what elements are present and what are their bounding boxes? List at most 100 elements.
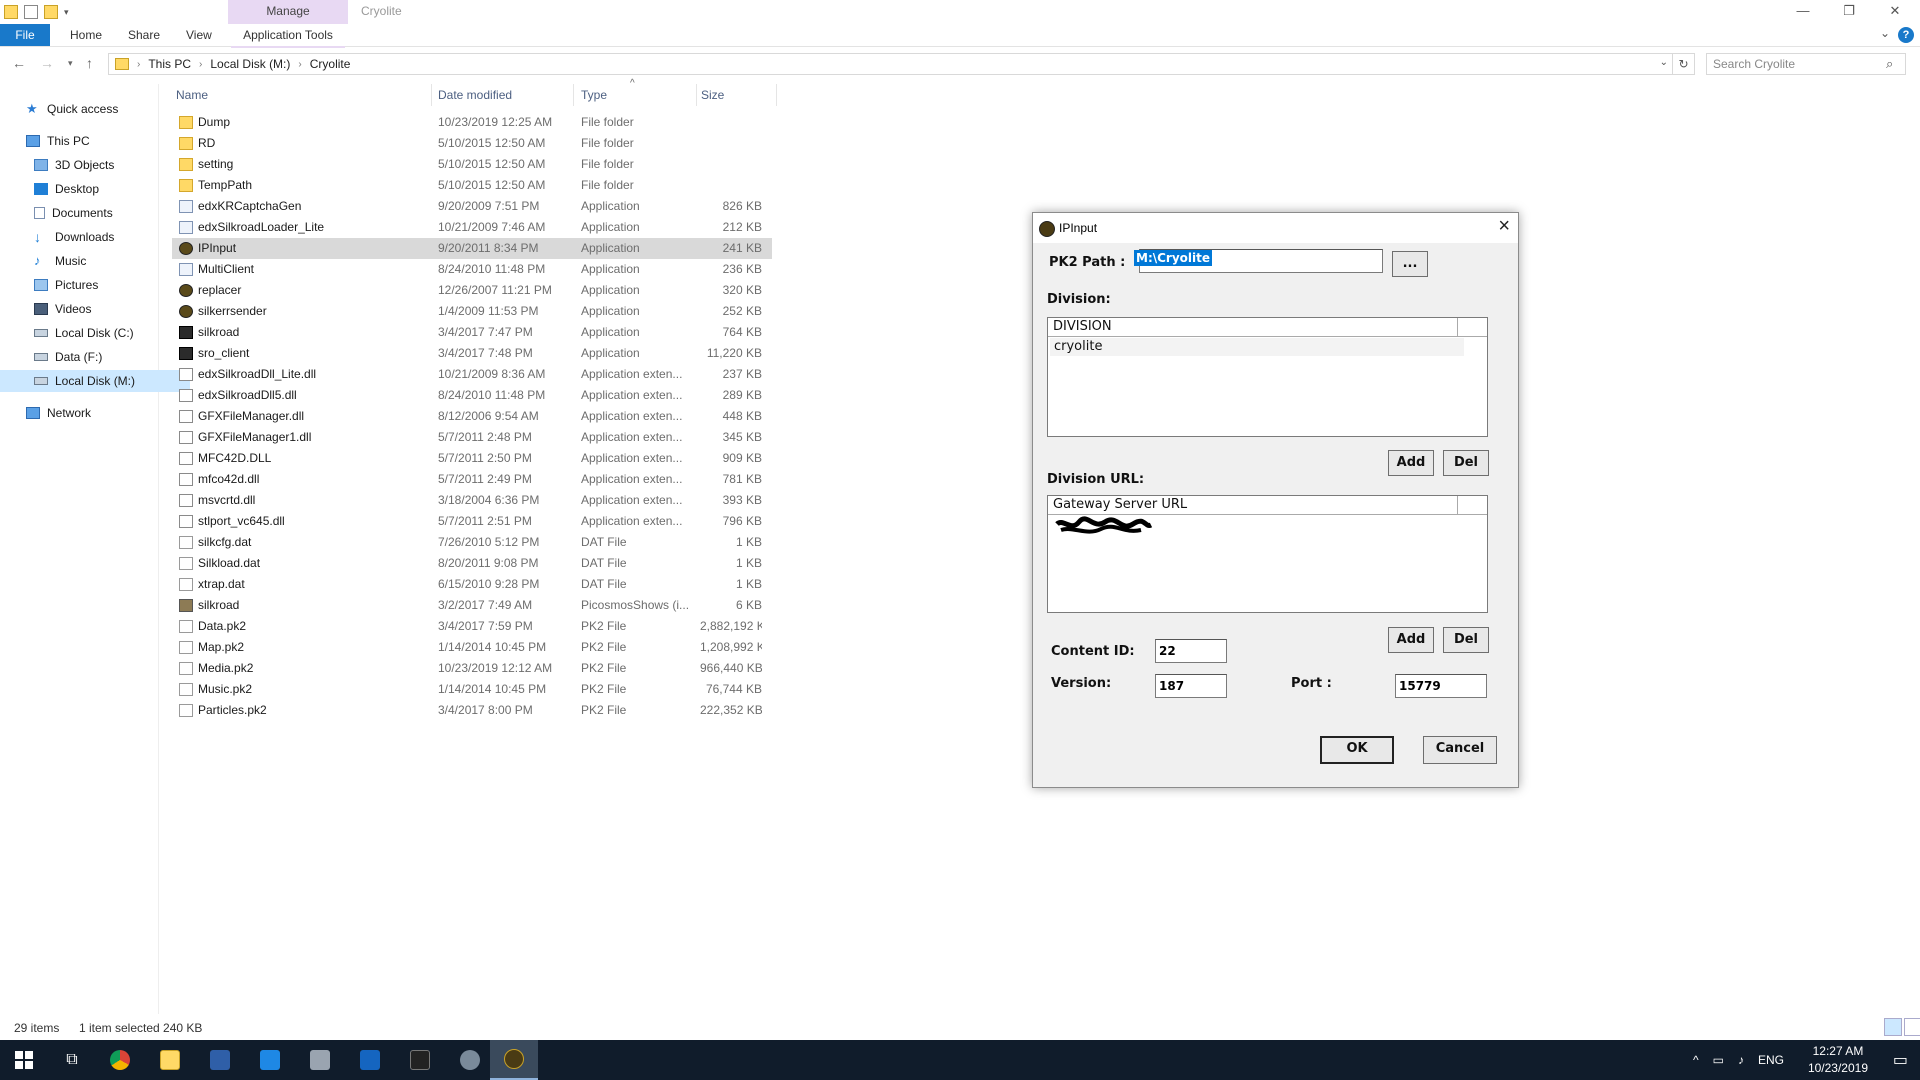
sidebar-item-videos[interactable]: Videos [0, 298, 190, 320]
recent-locations-icon[interactable]: ▾ [68, 58, 73, 69]
clock[interactable]: 12:27 AM 10/23/2019 [1808, 1043, 1868, 1077]
file-row[interactable]: RD 5/10/2015 12:50 AM File folder [172, 133, 772, 154]
file-row[interactable]: silkroad 3/4/2017 7:47 PM Application 764 K… [172, 322, 772, 343]
division-row[interactable]: cryolite [1050, 338, 1464, 356]
breadcrumb-cryolite[interactable]: Cryolite [310, 57, 351, 71]
notification-icon[interactable]: ▭ [1893, 1050, 1908, 1070]
file-row[interactable]: Media.pk2 10/23/2019 12:12 AM PK2 File 966,… [172, 658, 772, 679]
sidebar-item-downloads[interactable]: ↓ Downloads [0, 226, 190, 248]
breadcrumb-local-disk[interactable]: Local Disk (M:) [210, 57, 290, 71]
taskbar-file-explorer[interactable] [146, 1040, 194, 1080]
file-row[interactable]: MFC42D.DLL 5/7/2011 2:50 PM Application ex… [172, 448, 772, 469]
taskbar-app-1[interactable] [196, 1040, 244, 1080]
file-row[interactable]: msvcrtd.dll 3/18/2004 6:36 PM Application … [172, 490, 772, 511]
file-row[interactable]: edxSilkroadDll5.dll 8/24/2010 11:48 PM App… [172, 385, 772, 406]
browse-button[interactable]: ... [1392, 251, 1428, 277]
gateway-url-column-header[interactable]: Gateway Server URL [1048, 496, 1458, 514]
ribbon-expand-icon[interactable]: ⌄ [1880, 26, 1890, 40]
file-row[interactable]: GFXFileManager.dll 8/12/2006 9:54 AM Appli… [172, 406, 772, 427]
help-icon[interactable]: ? [1898, 27, 1914, 43]
tab-share[interactable]: Share [118, 24, 170, 46]
file-row[interactable]: edxKRCaptchaGen 9/20/2009 7:51 PM Applicat… [172, 196, 772, 217]
sidebar-item-quick-access[interactable]: ★ Quick access [0, 98, 182, 120]
division-column-header[interactable]: DIVISION [1048, 318, 1458, 336]
file-row[interactable]: Silkload.dat 8/20/2011 9:08 PM DAT File 1 K… [172, 553, 772, 574]
up-arrow-icon[interactable]: ↑ [86, 55, 93, 71]
column-header-date[interactable]: Date modified [434, 84, 574, 106]
cancel-button[interactable]: Cancel [1423, 736, 1497, 764]
sidebar-item-music[interactable]: ♪ Music [0, 250, 190, 272]
column-header-name[interactable]: Name [172, 84, 432, 106]
content-id-input[interactable] [1155, 639, 1227, 663]
search-input[interactable] [1706, 53, 1906, 75]
refresh-icon[interactable]: ↻ [1673, 53, 1695, 75]
new-folder-icon[interactable] [44, 5, 58, 19]
tab-application-tools[interactable]: Application Tools [231, 24, 345, 48]
file-row[interactable]: mfco42d.dll 5/7/2011 2:49 PM Application e… [172, 469, 772, 490]
sidebar-item-network[interactable]: Network [0, 402, 182, 424]
file-row[interactable]: replacer 12/26/2007 11:21 PM Application 32… [172, 280, 772, 301]
file-row[interactable]: xtrap.dat 6/15/2010 9:28 PM DAT File 1 KB [172, 574, 772, 595]
url-del-button[interactable]: Del [1443, 627, 1489, 653]
taskbar-app-2[interactable] [246, 1040, 294, 1080]
taskbar-app-4[interactable] [346, 1040, 394, 1080]
ok-button[interactable]: OK [1320, 736, 1394, 764]
close-button[interactable]: ✕ [1872, 0, 1918, 24]
taskbar-app-3[interactable] [296, 1040, 344, 1080]
file-row[interactable]: Particles.pk2 3/4/2017 8:00 PM PK2 File 222… [172, 700, 772, 721]
network-icon[interactable]: ▭ [1713, 1053, 1724, 1067]
breadcrumb-this-pc[interactable]: This PC [148, 57, 191, 71]
minimize-button[interactable]: — [1780, 0, 1826, 24]
file-row[interactable]: setting 5/10/2015 12:50 AM File folder [172, 154, 772, 175]
tab-file[interactable]: File [0, 24, 50, 46]
start-button[interactable] [0, 1040, 48, 1080]
file-row[interactable]: TempPath 5/10/2015 12:50 AM File folder [172, 175, 772, 196]
address-bar[interactable]: › This PC › Local Disk (M:) › Cryolite ⌄ [108, 53, 1673, 75]
file-row[interactable]: IPInput 9/20/2011 8:34 PM Application 241 K… [172, 238, 772, 259]
sidebar-item-documents[interactable]: Documents [0, 202, 190, 224]
properties-icon[interactable] [24, 5, 38, 19]
details-view-icon[interactable] [1884, 1018, 1902, 1036]
search-icon[interactable]: ⌕ [1886, 56, 1893, 72]
file-row[interactable]: MultiClient 8/24/2010 11:48 PM Application… [172, 259, 772, 280]
large-icons-view-icon[interactable] [1904, 1018, 1920, 1036]
taskbar-app-6[interactable] [446, 1040, 494, 1080]
qat-dropdown-icon[interactable]: ▾ [64, 7, 69, 18]
column-header-size[interactable]: Size [697, 84, 777, 106]
sidebar-item-pictures[interactable]: Pictures [0, 274, 190, 296]
forward-arrow-icon[interactable]: → [40, 55, 54, 71]
tab-view[interactable]: View [176, 24, 222, 46]
file-row[interactable]: edxSilkroadDll_Lite.dll 10/21/2009 8:36 A… [172, 364, 772, 385]
file-row[interactable]: Music.pk2 1/14/2014 10:45 PM PK2 File 76,74… [172, 679, 772, 700]
sidebar-item-desktop[interactable]: Desktop [0, 178, 190, 200]
division-list[interactable]: DIVISION cryolite [1047, 317, 1488, 437]
taskbar-ipinput[interactable] [490, 1040, 538, 1080]
file-row[interactable]: Dump 10/23/2019 12:25 AM File folder [172, 112, 772, 133]
file-row[interactable]: stlport_vc645.dll 5/7/2011 2:51 PM Applica… [172, 511, 772, 532]
sidebar-item-this-pc[interactable]: This PC [0, 130, 182, 152]
back-arrow-icon[interactable]: ← [12, 55, 26, 71]
restore-button[interactable]: ❐ [1826, 0, 1872, 24]
version-input[interactable] [1155, 674, 1227, 698]
file-row[interactable]: Map.pk2 1/14/2014 10:45 PM PK2 File 1,208,9… [172, 637, 772, 658]
file-row[interactable]: GFXFileManager1.dll 5/7/2011 2:48 PM Appli… [172, 427, 772, 448]
dialog-close-icon[interactable]: × [1498, 215, 1510, 238]
sidebar-item-data-f[interactable]: Data (F:) [0, 346, 190, 368]
division-del-button[interactable]: Del [1443, 450, 1489, 476]
sidebar-item-local-disk-c[interactable]: Local Disk (C:) [0, 322, 190, 344]
division-url-list[interactable]: Gateway Server URL [1047, 495, 1488, 613]
port-input[interactable] [1395, 674, 1487, 698]
file-row[interactable]: silkerrsender 1/4/2009 11:53 PM Applicatio… [172, 301, 772, 322]
file-row[interactable]: Data.pk2 3/4/2017 7:59 PM PK2 File 2,882,19… [172, 616, 772, 637]
file-row[interactable]: edxSilkroadLoader_Lite 10/21/2009 7:46 AM… [172, 217, 772, 238]
taskbar-app-5[interactable] [396, 1040, 444, 1080]
chevron-up-icon[interactable]: ^ [1693, 1053, 1699, 1067]
file-row[interactable]: silkcfg.dat 7/26/2010 5:12 PM DAT File 1 KB [172, 532, 772, 553]
manage-tab[interactable]: Manage [228, 0, 348, 24]
volume-icon[interactable]: ♪ [1738, 1053, 1744, 1067]
task-view-button[interactable]: ⧉ [48, 1040, 96, 1080]
sidebar-item-local-disk-m[interactable]: Local Disk (M:) [0, 370, 190, 392]
language-indicator[interactable]: ENG [1758, 1053, 1784, 1067]
url-add-button[interactable]: Add [1388, 627, 1434, 653]
division-add-button[interactable]: Add [1388, 450, 1434, 476]
